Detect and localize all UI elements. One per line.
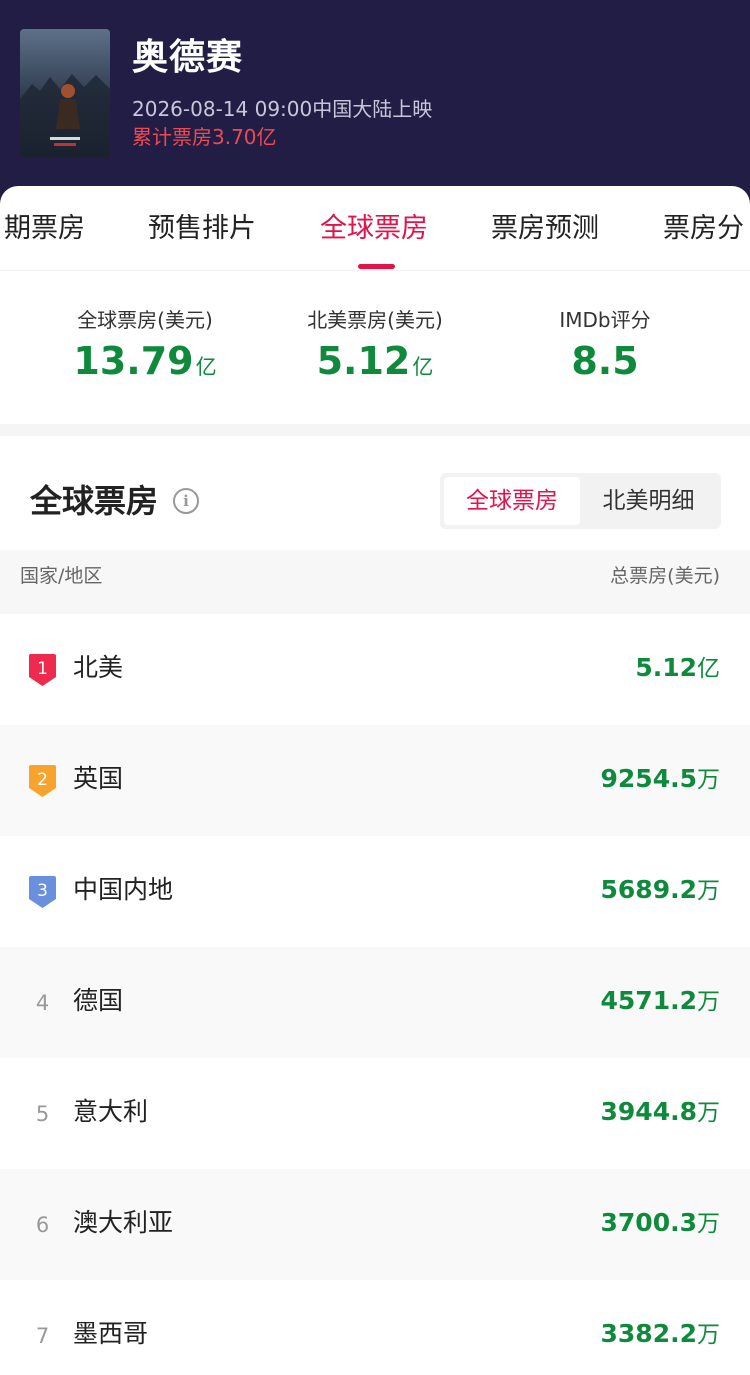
segment-north-america-detail[interactable]: 北美明细 bbox=[580, 477, 717, 525]
gross-unit: 万 bbox=[697, 989, 720, 1015]
gross-amount: 5.12亿 bbox=[635, 650, 720, 687]
table-row[interactable]: 4 德国 4571.2万 bbox=[0, 947, 750, 1058]
rank-number: 6 bbox=[35, 1213, 50, 1237]
movie-title: 奥德赛 bbox=[132, 37, 244, 78]
country-name: 意大利 bbox=[73, 1097, 149, 1126]
tab-global-box-office[interactable]: 全球票房 bbox=[320, 212, 428, 246]
poster-image bbox=[20, 29, 110, 157]
gross-amount: 3382.2万 bbox=[601, 1316, 720, 1353]
gross-unit: 万 bbox=[697, 1211, 720, 1237]
segment-control: 全球票房 北美明细 bbox=[440, 473, 721, 529]
country-name: 墨西哥 bbox=[73, 1319, 149, 1348]
table-row[interactable]: 2 英国 9254.5万 bbox=[0, 725, 750, 836]
table-header: 国家/地区 总票房(美元) bbox=[0, 550, 750, 614]
stat-value: 5.12 bbox=[316, 339, 411, 383]
release-info: 2026-08-14 09:00中国大陆上映 bbox=[132, 97, 433, 121]
stat-label: 北美票房(美元) bbox=[307, 308, 443, 332]
gross-value: 3944.8 bbox=[600, 1097, 697, 1126]
gross-value: 4571.2 bbox=[600, 986, 697, 1015]
stat-label: 全球票房(美元) bbox=[77, 308, 213, 332]
gross-value: 5689.2 bbox=[600, 875, 697, 904]
cumulative-box-office: 累计票房3.70亿 bbox=[132, 125, 277, 149]
tab-bar: 期票房 预售排片 全球票房 票房预测 票房分 bbox=[0, 186, 750, 271]
rank-number: 2 bbox=[37, 770, 48, 790]
country-name: 中国内地 bbox=[73, 875, 174, 904]
rank-number: 5 bbox=[35, 1102, 50, 1126]
content-panel: 期票房 预售排片 全球票房 票房预测 票房分 全球票房(美元) 13.79亿 北… bbox=[0, 186, 750, 1375]
section-divider bbox=[0, 424, 750, 436]
table-row[interactable]: 3 中国内地 5689.2万 bbox=[0, 836, 750, 947]
gross-amount: 9254.5万 bbox=[601, 761, 720, 798]
tab-presale[interactable]: 预售排片 bbox=[148, 212, 256, 246]
country-name: 英国 bbox=[73, 764, 124, 793]
gross-unit: 万 bbox=[697, 1100, 720, 1126]
gross-value: 5.12 bbox=[635, 653, 697, 682]
gross-amount: 3700.3万 bbox=[601, 1205, 720, 1242]
stat-imdb: IMDb评分 8.5 bbox=[490, 306, 720, 392]
gross-unit: 万 bbox=[697, 878, 720, 904]
gross-unit: 亿 bbox=[697, 656, 720, 682]
country-name: 德国 bbox=[73, 986, 124, 1015]
table-row[interactable]: 5 意大利 3944.8万 bbox=[0, 1058, 750, 1169]
section-title: 全球票房 bbox=[30, 482, 159, 520]
rank-number: 3 bbox=[37, 881, 48, 901]
active-tab-indicator bbox=[358, 264, 395, 269]
rank-badge-icon: 1 bbox=[29, 654, 56, 686]
gross-value: 9254.5 bbox=[600, 764, 697, 793]
gross-unit: 万 bbox=[697, 1322, 720, 1348]
table-row[interactable]: 7 墨西哥 3382.2万 bbox=[0, 1280, 750, 1375]
stat-value: 13.79 bbox=[73, 339, 194, 383]
rank-number: 1 bbox=[37, 659, 48, 679]
column-total-gross: 总票房(美元) bbox=[610, 565, 720, 587]
gross-unit: 万 bbox=[697, 767, 720, 793]
rank-badge-icon: 3 bbox=[29, 876, 56, 908]
gross-value: 3382.2 bbox=[600, 1319, 697, 1348]
rank-badge-icon: 2 bbox=[29, 765, 56, 797]
stat-label: IMDb评分 bbox=[559, 308, 651, 332]
stat-global: 全球票房(美元) 13.79亿 bbox=[30, 306, 260, 392]
gross-value: 3700.3 bbox=[600, 1208, 697, 1237]
gross-amount: 5689.2万 bbox=[601, 872, 720, 909]
tab-period-box-office[interactable]: 期票房 bbox=[4, 212, 85, 246]
tab-forecast[interactable]: 票房预测 bbox=[491, 212, 599, 246]
stat-value: 8.5 bbox=[571, 339, 639, 383]
segment-global[interactable]: 全球票房 bbox=[444, 477, 580, 525]
column-country: 国家/地区 bbox=[20, 565, 103, 587]
movie-poster[interactable] bbox=[20, 29, 110, 157]
gross-amount: 4571.2万 bbox=[601, 983, 720, 1020]
table-row[interactable]: 1 北美 5.12亿 bbox=[0, 614, 750, 725]
info-icon[interactable]: i bbox=[173, 488, 199, 514]
rank-number: 4 bbox=[35, 991, 50, 1015]
gross-amount: 3944.8万 bbox=[601, 1094, 720, 1131]
table-row[interactable]: 6 澳大利亚 3700.3万 bbox=[0, 1169, 750, 1280]
rank-number: 7 bbox=[35, 1324, 50, 1348]
stat-north-america: 北美票房(美元) 5.12亿 bbox=[260, 306, 490, 392]
stat-unit: 亿 bbox=[195, 355, 217, 379]
tab-analysis[interactable]: 票房分 bbox=[663, 212, 744, 246]
country-name: 澳大利亚 bbox=[73, 1208, 174, 1237]
stat-unit: 亿 bbox=[412, 355, 434, 379]
country-name: 北美 bbox=[73, 653, 124, 682]
